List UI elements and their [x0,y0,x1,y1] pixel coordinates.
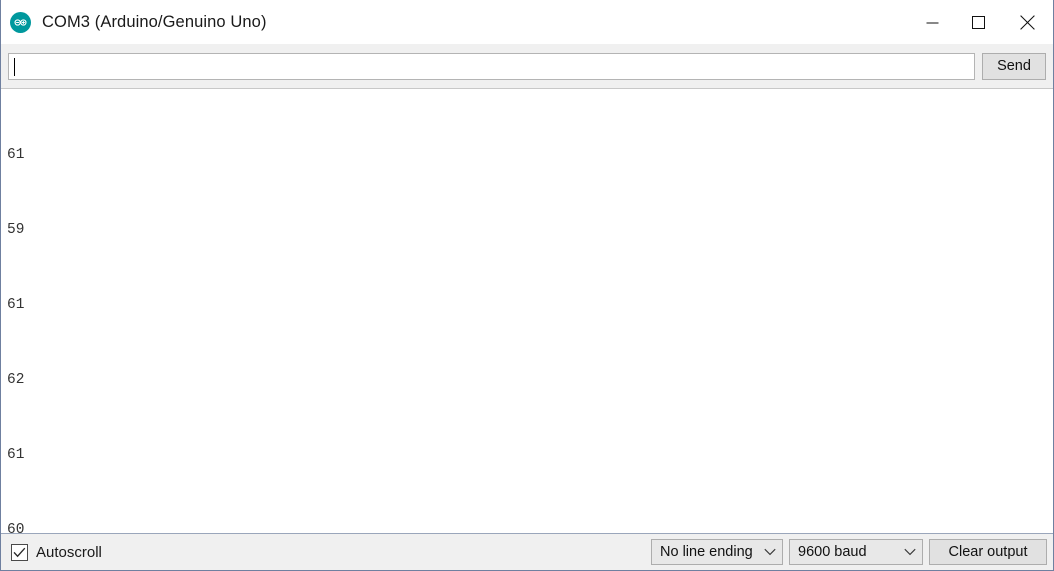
output-line: 61 [7,447,25,463]
output-line: 62 [7,372,25,388]
window-title: COM3 (Arduino/Genuino Uno) [42,12,267,31]
output-line: 59 [7,222,25,238]
line-ending-select[interactable]: No line ending [651,539,783,565]
line-ending-value: No line ending [660,544,753,560]
arduino-infinity-icon [10,11,31,33]
title-bar-left: COM3 (Arduino/Genuino Uno) [1,11,909,33]
baud-rate-select[interactable]: 9600 baud [789,539,923,565]
status-bar: Autoscroll No line ending 9600 baud Clea… [1,533,1053,570]
close-icon[interactable] [1001,0,1053,44]
clear-output-button[interactable]: Clear output [929,539,1047,565]
autoscroll-toggle[interactable]: Autoscroll [11,543,651,561]
output-line: 60 [7,522,25,533]
baud-rate-value: 9600 baud [798,544,867,560]
text-caret [14,57,15,76]
maximize-icon[interactable] [955,0,1001,44]
send-button[interactable]: Send [982,52,1046,80]
check-icon [13,547,26,557]
serial-monitor-window: COM3 (Arduino/Genuino Uno) Send 61 59 61… [0,0,1054,571]
chevron-down-icon [764,548,776,556]
autoscroll-checkbox[interactable] [11,543,28,561]
serial-send-input[interactable] [8,52,975,80]
window-controls [909,0,1053,44]
output-line: 61 [7,297,25,313]
minimize-icon[interactable] [909,0,955,44]
chevron-down-icon [904,548,916,556]
output-line: 61 [7,147,25,163]
serial-output-text: 61 59 61 62 61 60 61 61 60 61 61 61 61 6… [1,89,1053,533]
status-bar-right: No line ending 9600 baud Clear output [651,539,1047,565]
send-toolbar: Send [1,44,1053,88]
serial-output-area[interactable]: 61 59 61 62 61 60 61 61 60 61 61 61 61 6… [1,88,1053,533]
autoscroll-label: Autoscroll [36,543,102,561]
title-bar: COM3 (Arduino/Genuino Uno) [1,0,1053,44]
